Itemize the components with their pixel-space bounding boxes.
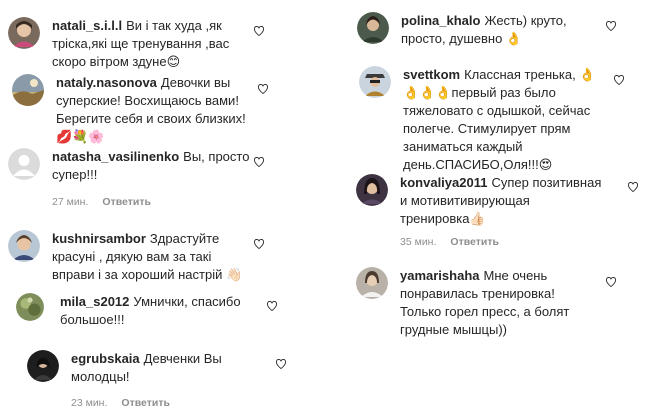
avatar[interactable]	[27, 350, 59, 382]
reply-button[interactable]: Ответить	[450, 236, 499, 248]
comment-item: kushnirsambor Здрастуйте красуні , дякую …	[8, 230, 278, 286]
avatar[interactable]	[12, 74, 44, 106]
comment-line: супер!!!	[52, 167, 98, 182]
avatar[interactable]	[16, 293, 44, 321]
comment-time: 27 мин.	[52, 196, 89, 208]
comment-line: большое!!!	[60, 312, 125, 327]
like-heart-icon[interactable]	[253, 238, 265, 250]
comment-username[interactable]: mila_s2012	[60, 294, 129, 309]
reply-button[interactable]: Ответить	[121, 397, 170, 409]
comment-username[interactable]: natasha_vasilinenko	[52, 149, 179, 164]
comment-line: Девченки Вы	[143, 351, 222, 366]
comment-line: Только горел пресс, а болят	[400, 304, 570, 319]
comment-username[interactable]: polina_khalo	[401, 13, 480, 28]
comment-time: 35 мин.	[400, 236, 437, 248]
like-heart-icon[interactable]	[613, 74, 625, 86]
comment-item: nataly.nasonova Девочки вы суперские! Вос…	[12, 74, 272, 144]
comment-line: полегче. Стимулирует прям	[403, 121, 571, 136]
comment-line: Мне очень	[483, 268, 548, 283]
comment-line: грудные мышцы))	[400, 322, 508, 337]
like-heart-icon[interactable]	[266, 300, 278, 312]
comment-username[interactable]: natali_s.i.l.l	[52, 18, 122, 33]
comment-item: svettkom Классная тренька, 👌 👌👌👌первый ра…	[359, 66, 639, 178]
avatar[interactable]	[8, 230, 40, 262]
comment-text: konvaliya2011 Супер позитивная и мотивити…	[400, 174, 630, 228]
like-heart-icon[interactable]	[253, 25, 265, 37]
comment-time: 23 мин.	[71, 397, 108, 409]
comment-line: красуні , дякую вам за такі	[52, 249, 212, 264]
comment-item: yamarishaha Мне очень понравилась трениро…	[356, 267, 626, 343]
comment-text: nataly.nasonova Девочки вы суперские! Вос…	[56, 74, 256, 146]
comment-line: день.СПАСИБО,Оля!!!😍	[403, 157, 553, 172]
comment-line: тріска,які ще тренування ,вас	[52, 36, 230, 51]
comment-meta: 23 мин. Ответить	[71, 397, 170, 409]
like-heart-icon[interactable]	[605, 20, 617, 32]
comment-item: natasha_vasilinenko Вы, просто супер!!!	[8, 148, 268, 188]
comment-line: понравилась тренировка!	[400, 286, 555, 301]
like-heart-icon[interactable]	[627, 181, 639, 193]
comment-text: egrubskaia Девченки Вы молодцы!	[71, 350, 271, 386]
comment-username[interactable]: konvaliya2011	[400, 175, 487, 190]
comment-line: Вы, просто	[183, 149, 250, 164]
avatar[interactable]	[356, 267, 388, 299]
comment-line: Здрастуйте	[149, 231, 220, 246]
comment-username[interactable]: svettkom	[403, 67, 460, 82]
like-heart-icon[interactable]	[275, 358, 287, 370]
comment-username[interactable]: yamarishaha	[400, 268, 480, 283]
comment-line: 👌👌👌первый раз было	[403, 85, 556, 100]
avatar[interactable]	[359, 66, 391, 98]
comment-username[interactable]: nataly.nasonova	[56, 75, 157, 90]
reply-button[interactable]: Ответить	[102, 196, 151, 208]
comment-line: Ви і так худа ,як	[126, 18, 222, 33]
comment-text: natasha_vasilinenko Вы, просто супер!!!	[52, 148, 262, 184]
comment-meta: 27 мин. Ответить	[52, 196, 151, 208]
comment-item: egrubskaia Девченки Вы молодцы!	[27, 350, 289, 390]
comment-line: Берегите себя и своих близких!	[56, 111, 246, 126]
comment-username[interactable]: kushnirsambor	[52, 231, 146, 246]
comment-line: заниматься каждый	[403, 139, 523, 154]
like-heart-icon[interactable]	[257, 83, 269, 95]
comment-text: yamarishaha Мне очень понравилась трениро…	[400, 267, 620, 339]
comment-line: просто, душевно 👌	[401, 31, 523, 46]
comment-item: mila_s2012 Умнички, спасибо большое!!!	[16, 293, 276, 333]
avatar[interactable]	[356, 174, 388, 206]
comment-line: Жесть) круто,	[484, 13, 567, 28]
comment-username[interactable]: egrubskaia	[71, 351, 140, 366]
comment-line: и мотивитивирующая	[400, 193, 530, 208]
comment-line: тяжеловато с одышкой, сейчас	[403, 103, 591, 118]
comment-text: svettkom Классная тренька, 👌 👌👌👌первый ра…	[403, 66, 633, 174]
comment-item: konvaliya2011 Супер позитивная и мотивити…	[356, 174, 626, 230]
comment-text: kushnirsambor Здрастуйте красуні , дякую …	[52, 230, 272, 284]
comment-line: тренировка👍🏻	[400, 211, 486, 226]
like-heart-icon[interactable]	[253, 156, 265, 168]
comment-line: скоро вітром здуне😊	[52, 54, 181, 69]
comment-line: вправи і за хороший настрій 👋🏻	[52, 267, 243, 282]
comment-item: polina_khalo Жесть) круто, просто, душевн…	[357, 12, 627, 52]
avatar[interactable]	[8, 148, 40, 180]
comment-line: суперские! Восхищаюсь вами!	[56, 93, 239, 108]
avatar[interactable]	[357, 12, 389, 44]
like-heart-icon[interactable]	[605, 276, 617, 288]
comment-item: natali_s.i.l.l Ви і так худа ,як тріска,я…	[8, 17, 268, 71]
comment-text: mila_s2012 Умнички, спасибо большое!!!	[60, 293, 260, 329]
comment-line: 💋💐🌸	[56, 129, 105, 144]
comment-meta: 35 мин. Ответить	[400, 236, 499, 248]
comment-line: Классная тренька, 👌	[464, 67, 596, 82]
comment-line: молодцы!	[71, 369, 130, 384]
comment-line: Девочки вы	[160, 75, 231, 90]
comment-text: polina_khalo Жесть) круто, просто, душевн…	[401, 12, 611, 48]
comment-line: Умнички, спасибо	[133, 294, 241, 309]
avatar[interactable]	[8, 17, 40, 49]
comment-text: natali_s.i.l.l Ви і так худа ,як тріска,я…	[52, 17, 262, 71]
comment-line: Супер позитивная	[491, 175, 602, 190]
